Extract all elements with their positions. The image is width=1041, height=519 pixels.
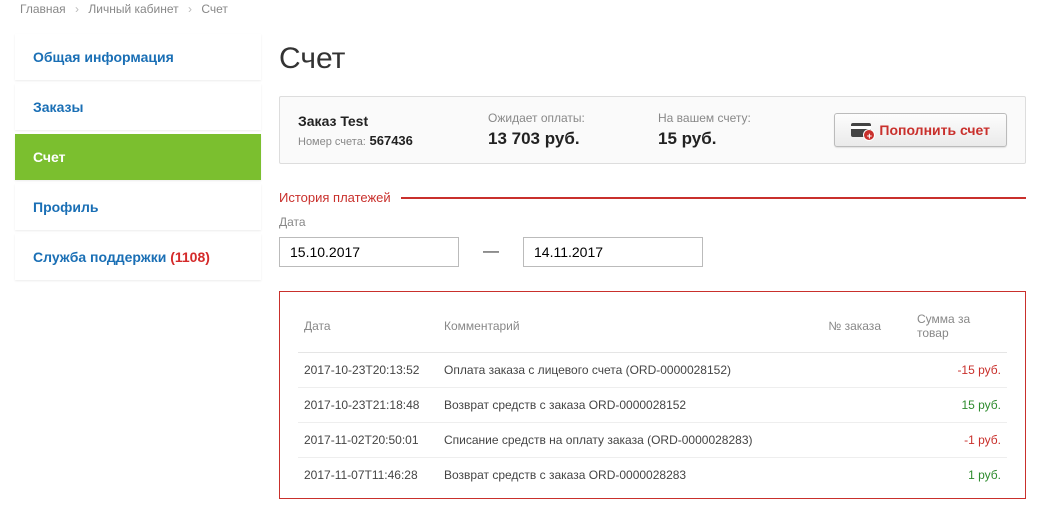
- chevron-right-icon: ›: [75, 2, 79, 16]
- balance-amount: 15 руб.: [658, 129, 794, 149]
- support-count-badge: (1108): [170, 249, 210, 265]
- breadcrumb-item[interactable]: Личный кабинет: [88, 2, 178, 16]
- awaiting-label: Ожидает оплаты:: [488, 111, 618, 125]
- cell-order: [777, 388, 887, 423]
- breadcrumb: Главная › Личный кабинет › Счет: [0, 0, 1041, 24]
- cell-comment: Списание средств на оплату заказа (ORD-0…: [438, 423, 777, 458]
- date-from-input[interactable]: [279, 237, 459, 267]
- sidebar-item-support[interactable]: Служба поддержки (1108): [15, 234, 261, 280]
- sidebar-item-profile[interactable]: Профиль: [15, 184, 261, 230]
- date-filter: Дата —: [279, 215, 1026, 267]
- account-summary: Заказ Test Номер счета: 567436 Ожидает о…: [279, 96, 1026, 164]
- summary-balance: На вашем счету: 15 руб.: [658, 111, 834, 149]
- topup-button[interactable]: + Пополнить счет: [834, 113, 1007, 147]
- balance-label: На вашем счету:: [658, 111, 794, 125]
- cell-sum: -15 руб.: [887, 353, 1007, 388]
- account-number-label: Номер счета:: [298, 136, 366, 148]
- account-number: 567436: [370, 133, 413, 148]
- sidebar-item-label: Заказы: [33, 99, 83, 115]
- table-row: 2017-11-02T20:50:01 Списание средств на …: [298, 423, 1007, 458]
- cell-comment: Возврат средств с заказа ORD-0000028283: [438, 458, 777, 493]
- col-header-order: № заказа: [777, 304, 887, 353]
- table-row: 2017-10-23T20:13:52 Оплата заказа с лице…: [298, 353, 1007, 388]
- page-title: Счет: [279, 42, 1026, 76]
- date-range-dash: —: [483, 243, 499, 261]
- cell-date: 2017-10-23T21:18:48: [298, 388, 438, 423]
- sidebar-item-account[interactable]: Счет: [15, 134, 261, 180]
- cell-date: 2017-11-02T20:50:01: [298, 423, 438, 458]
- order-title: Заказ Test: [298, 113, 448, 129]
- divider: [401, 197, 1026, 199]
- table-row: 2017-11-07T11:46:28 Возврат средств с за…: [298, 458, 1007, 493]
- breadcrumb-item[interactable]: Главная: [20, 2, 66, 16]
- history-table: Дата Комментарий № заказа Сумма за товар…: [298, 304, 1007, 492]
- sidebar-item-orders[interactable]: Заказы: [15, 84, 261, 130]
- history-section-header: История платежей: [279, 190, 1026, 205]
- col-header-date: Дата: [298, 304, 438, 353]
- history-table-container: Дата Комментарий № заказа Сумма за товар…: [279, 291, 1026, 499]
- cell-comment: Оплата заказа с лицевого счета (ORD-0000…: [438, 353, 777, 388]
- breadcrumb-item: Счет: [201, 2, 228, 16]
- sidebar: Общая информация Заказы Счет Профиль Слу…: [15, 34, 261, 499]
- sidebar-item-label: Общая информация: [33, 49, 174, 65]
- summary-order: Заказ Test Номер счета: 567436: [298, 113, 488, 148]
- cell-order: [777, 353, 887, 388]
- summary-awaiting: Ожидает оплаты: 13 703 руб.: [488, 111, 658, 149]
- cell-order: [777, 458, 887, 493]
- credit-card-plus-icon: +: [851, 123, 871, 137]
- history-section-title: История платежей: [279, 190, 391, 205]
- sidebar-item-label: Служба поддержки: [33, 249, 166, 265]
- cell-date: 2017-10-23T20:13:52: [298, 353, 438, 388]
- cell-sum: 15 руб.: [887, 388, 1007, 423]
- col-header-sum: Сумма за товар: [887, 304, 1007, 353]
- cell-sum: 1 руб.: [887, 458, 1007, 493]
- topup-button-label: Пополнить счет: [879, 122, 990, 138]
- cell-order: [777, 423, 887, 458]
- sidebar-item-label: Счет: [33, 149, 66, 165]
- cell-date: 2017-11-07T11:46:28: [298, 458, 438, 493]
- awaiting-amount: 13 703 руб.: [488, 129, 618, 149]
- cell-comment: Возврат средств с заказа ORD-0000028152: [438, 388, 777, 423]
- sidebar-item-label: Профиль: [33, 199, 99, 215]
- col-header-comment: Комментарий: [438, 304, 777, 353]
- main-content: Счет Заказ Test Номер счета: 567436 Ожид…: [279, 34, 1026, 499]
- sidebar-item-general[interactable]: Общая информация: [15, 34, 261, 80]
- chevron-right-icon: ›: [188, 2, 192, 16]
- date-filter-label: Дата: [279, 215, 1026, 229]
- date-to-input[interactable]: [523, 237, 703, 267]
- table-row: 2017-10-23T21:18:48 Возврат средств с за…: [298, 388, 1007, 423]
- cell-sum: -1 руб.: [887, 423, 1007, 458]
